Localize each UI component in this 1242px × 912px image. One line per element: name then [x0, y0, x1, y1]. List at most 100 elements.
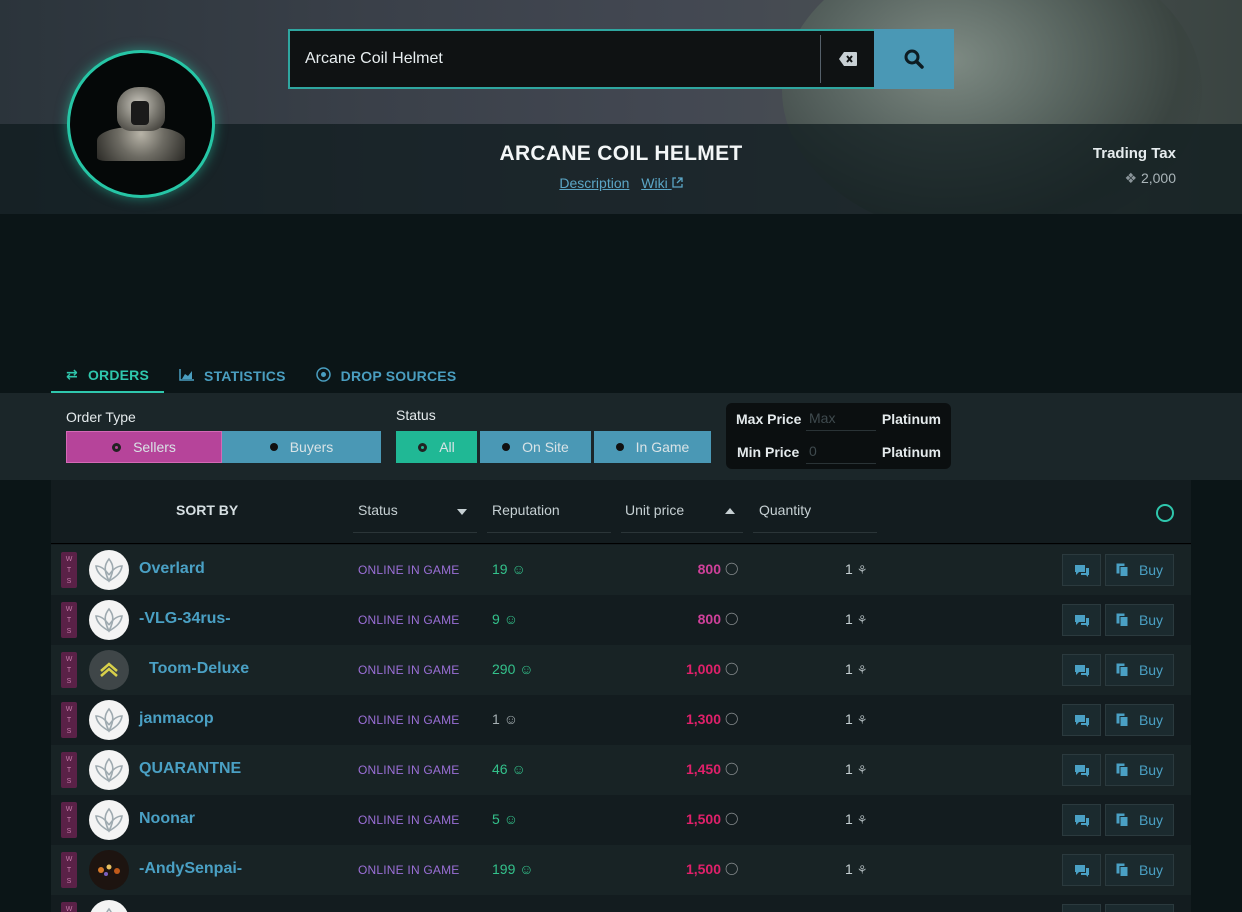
trading-tax: Trading Tax ❖ 2,000: [1093, 145, 1176, 187]
buy-button[interactable]: [1105, 904, 1174, 912]
user-avatar[interactable]: [89, 700, 129, 740]
reputation: 1 ☺: [492, 711, 518, 727]
item-links: Description Wiki: [421, 175, 821, 191]
chat-button[interactable]: [1062, 554, 1101, 586]
copy-icon: [1116, 663, 1129, 677]
chat-icon: [1074, 614, 1089, 627]
wiki-link[interactable]: Wiki: [641, 175, 683, 191]
user-avatar[interactable]: [89, 600, 129, 640]
quantity-value: 1: [845, 561, 853, 577]
quantity: 1 ⚘: [845, 761, 867, 777]
sellers-toggle[interactable]: Sellers: [66, 431, 222, 463]
search-button[interactable]: [874, 29, 954, 89]
chat-icon: [1074, 764, 1089, 777]
search-icon: [904, 49, 924, 69]
order-row: WTS janmacop ONLINE IN GAME 1 ☺ 1,300 ◯ …: [51, 695, 1191, 745]
min-price-input[interactable]: 0: [806, 438, 876, 464]
clear-search-button[interactable]: [820, 35, 874, 83]
buy-button-label: Buy: [1138, 662, 1164, 678]
smile-icon: ☺: [511, 561, 526, 577]
stack-icon: ⚘: [856, 663, 868, 677]
area-chart-icon: [179, 368, 195, 384]
chat-button[interactable]: [1062, 754, 1101, 786]
order-row: WTS -VLG-34rus- ONLINE IN GAME 9 ☺ 800 ◯…: [51, 595, 1191, 645]
status-ingame-toggle[interactable]: In Game: [594, 431, 711, 463]
reputation: 5 ☺: [492, 811, 518, 827]
radio-selected-icon: [418, 442, 428, 452]
chat-button[interactable]: [1062, 854, 1101, 886]
user-avatar[interactable]: [89, 800, 129, 840]
username[interactable]: -VLG-34rus-: [139, 610, 231, 628]
username[interactable]: Noonar: [139, 810, 195, 828]
stack-icon: ⚘: [856, 813, 868, 827]
user-avatar[interactable]: [89, 850, 129, 890]
buyers-toggle[interactable]: Buyers: [222, 431, 381, 463]
status-all-toggle[interactable]: All: [396, 431, 477, 463]
buy-button[interactable]: Buy: [1105, 754, 1174, 786]
buy-button[interactable]: Buy: [1105, 704, 1174, 736]
smile-icon: ☺: [519, 661, 534, 677]
reputation-header-underline: [487, 532, 611, 533]
order-type-label: Order Type: [66, 409, 136, 425]
chat-button[interactable]: [1062, 604, 1101, 636]
chat-button[interactable]: [1062, 804, 1101, 836]
wts-badge: WTS: [61, 702, 77, 738]
username[interactable]: Overlard: [139, 560, 205, 578]
chat-button[interactable]: [1062, 904, 1101, 912]
radio-icon: [502, 443, 511, 451]
drop-sources-icon: [315, 367, 331, 385]
wts-badge: WTS: [61, 852, 77, 888]
item-search-bar: [288, 29, 954, 89]
sort-quantity-header[interactable]: Quantity: [759, 502, 811, 518]
username[interactable]: QUARANTNE: [139, 760, 241, 778]
search-input[interactable]: [290, 31, 820, 87]
wts-badge: WTS: [61, 652, 77, 688]
tab-drop-sources[interactable]: DROP SOURCES: [301, 358, 472, 394]
order-row: WTS Toom-Deluxe ONLINE IN GAME 290 ☺ 1,0…: [51, 645, 1191, 695]
orders-table-header: SORT BY Status Reputation Unit price Qua…: [51, 480, 1191, 544]
radio-selected-icon: [112, 442, 122, 452]
smile-icon: ☺: [511, 761, 526, 777]
radio-icon: [615, 443, 624, 451]
smile-icon: ☺: [519, 861, 534, 877]
chat-button[interactable]: [1062, 704, 1101, 736]
user-avatar[interactable]: [89, 650, 129, 690]
platinum-icon: ◯: [725, 561, 739, 575]
stack-icon: ⚘: [856, 613, 868, 627]
description-link[interactable]: Description: [559, 175, 629, 191]
buy-button[interactable]: Buy: [1105, 654, 1174, 686]
user-status: ONLINE IN GAME: [358, 813, 460, 827]
auto-refresh-indicator[interactable]: [1156, 504, 1174, 522]
sort-reputation-header[interactable]: Reputation: [492, 502, 560, 518]
tab-statistics[interactable]: STATISTICS: [164, 358, 301, 394]
sort-unit-price-header[interactable]: Unit price: [625, 502, 684, 518]
quantity: 1 ⚘: [845, 611, 867, 627]
user-avatar[interactable]: [89, 550, 129, 590]
wts-badge: WTS: [61, 602, 77, 638]
username[interactable]: Toom-Deluxe: [149, 660, 249, 678]
sort-status-header[interactable]: Status: [358, 502, 398, 518]
buy-button[interactable]: Buy: [1105, 604, 1174, 636]
buy-button[interactable]: Buy: [1105, 554, 1174, 586]
unit-price-header-underline: [621, 532, 743, 533]
max-price-input[interactable]: Max: [806, 405, 876, 431]
username[interactable]: janmacop: [139, 710, 214, 728]
chat-icon: [1074, 664, 1089, 677]
user-avatar[interactable]: [89, 900, 129, 912]
quantity: 1 ⚘: [845, 711, 867, 727]
chat-button[interactable]: [1062, 654, 1101, 686]
buy-button[interactable]: Buy: [1105, 854, 1174, 886]
wts-badge: WTS: [61, 802, 77, 838]
buy-button[interactable]: Buy: [1105, 804, 1174, 836]
trading-tax-label: Trading Tax: [1092, 145, 1176, 162]
sellers-label: Sellers: [133, 439, 176, 455]
user-avatar[interactable]: [89, 750, 129, 790]
tab-orders[interactable]: ⇄ ORDERS: [51, 358, 165, 394]
buy-button-label: Buy: [1138, 712, 1164, 728]
item-title: ARCANE COIL HELMET: [499, 142, 743, 165]
status-onsite-toggle[interactable]: On Site: [480, 431, 591, 463]
reputation-value: 290: [492, 661, 516, 677]
backspace-icon: [838, 52, 857, 66]
helmet-thumbnail: [93, 87, 189, 161]
username[interactable]: -AndySenpai-: [139, 860, 242, 878]
